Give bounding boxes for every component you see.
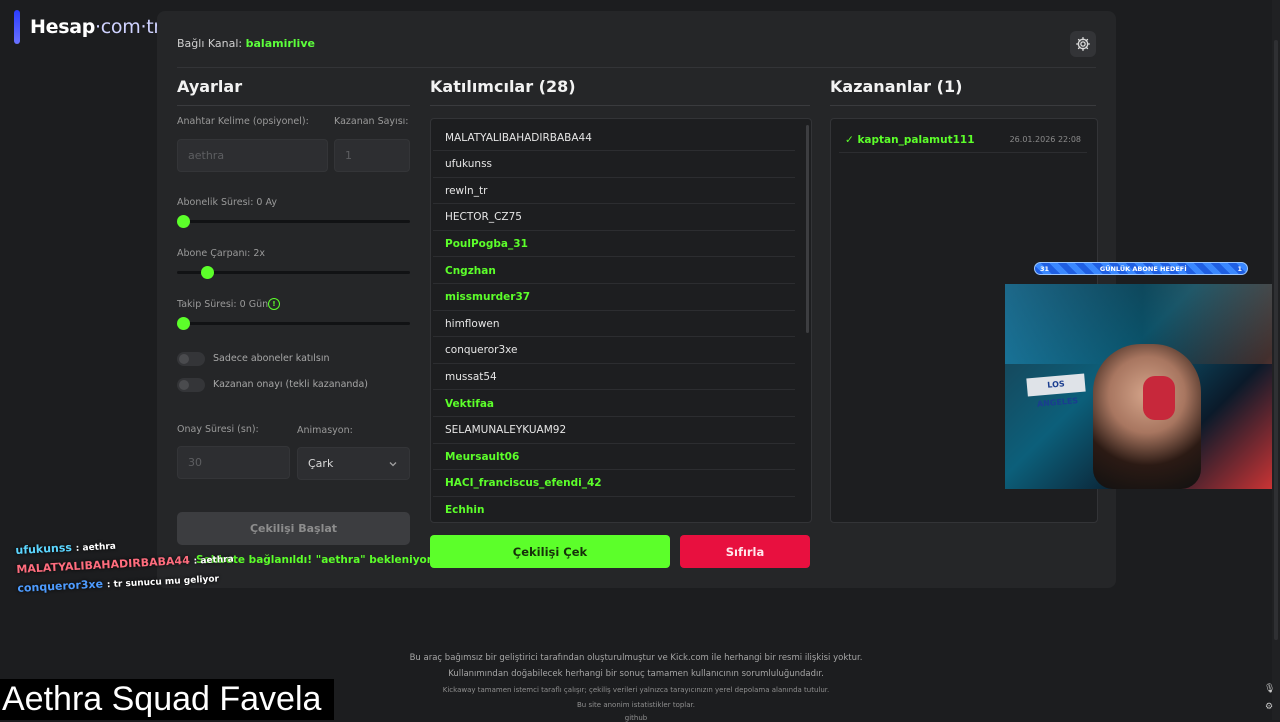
- slider-knob[interactable]: [201, 266, 214, 279]
- header-divider: [177, 67, 1096, 68]
- goal-label: GÜNLÜK ABONE HEDEFİ: [1099, 264, 1187, 273]
- keyword-input[interactable]: aethra: [177, 139, 328, 172]
- participant-row[interactable]: HACI_franciscus_efendi_42: [433, 471, 795, 497]
- winner-row[interactable]: ✓ kaptan_palamut111 26.01.2026 22:08: [839, 127, 1087, 153]
- participant-row[interactable]: ufukunss: [433, 152, 795, 178]
- participant-row[interactable]: missmurder37: [433, 285, 795, 311]
- draw-button[interactable]: Çekilişi Çek: [430, 535, 670, 568]
- goal-right-count: 1: [1237, 264, 1242, 273]
- sub-duration-label: Abonelik Süresi: 0 Ay: [177, 197, 277, 208]
- subs-only-label: Sadece aboneler katılsın: [213, 353, 330, 364]
- follow-duration-slider[interactable]: [177, 317, 410, 330]
- sub-goal-bar: 31 GÜNLÜK ABONE HEDEFİ 1: [1034, 262, 1248, 275]
- settings-button[interactable]: [1070, 31, 1096, 57]
- settings-title: Ayarlar: [177, 77, 243, 96]
- participants-list[interactable]: MALATYALIBAHADIRBABA44 ufukunss rewln_tr HE…: [430, 118, 812, 523]
- slider-knob[interactable]: [177, 317, 190, 330]
- page-scrollbar[interactable]: [1272, 0, 1280, 720]
- stream-caption: Aethra Squad Favela: [0, 679, 334, 720]
- footer-stats-note: Bu site anonim istatistikler toplar.: [577, 701, 695, 709]
- chevron-down-icon: [389, 462, 397, 467]
- participant-row[interactable]: MALATYALIBAHADIRBABA44: [433, 125, 795, 151]
- participant-row[interactable]: Echhin: [433, 497, 795, 522]
- participant-row[interactable]: HECTOR_CZ75: [433, 205, 795, 231]
- participant-row[interactable]: rewln_tr: [433, 178, 795, 205]
- chat-overlay: ufukunss : aethra MALATYALIBAHADIRBABA44…: [15, 531, 235, 599]
- channel-name: balamirlive: [245, 37, 315, 50]
- footer-disclaimer: Bu araç bağımsız bir geliştirici tarafın…: [409, 653, 863, 663]
- webcam-feed: LOS ANGELES: [1005, 284, 1280, 489]
- goal-left-count: 31: [1040, 264, 1050, 273]
- winner-confirm-label: Kazanan onayı (tekli kazananda): [213, 379, 368, 390]
- microphone-icon[interactable]: 🎙: [1264, 684, 1275, 694]
- participant-row[interactable]: conqueror3xe: [433, 338, 795, 364]
- animation-select[interactable]: Çark: [297, 447, 410, 480]
- slider-knob[interactable]: [177, 215, 190, 228]
- animation-label: Animasyon:: [297, 425, 353, 436]
- winner-count-input[interactable]: 1: [334, 139, 410, 172]
- winner-name: ✓ kaptan_palamut111: [845, 133, 975, 146]
- participants-rule: [430, 105, 810, 106]
- sub-multiplier-slider[interactable]: [177, 266, 410, 279]
- participants-title: Katılımcılar (28): [430, 77, 576, 96]
- winners-rule: [830, 105, 1096, 106]
- winner-confirm-toggle[interactable]: [177, 378, 205, 392]
- footer-responsibility: Kullanımından doğabilecek herhangi bir s…: [448, 669, 824, 679]
- info-icon[interactable]: !: [268, 298, 280, 310]
- logo-mark: [14, 10, 20, 44]
- page-scrollbar-thumb[interactable]: [1274, 40, 1278, 640]
- logo[interactable]: Hesap·com·tr: [14, 10, 161, 44]
- footer-storage-note: Kickaway tamamen istemci taraflı çalışır…: [442, 686, 830, 694]
- keyword-label: Anahtar Kelime (opsiyonel):: [177, 116, 309, 127]
- winner-count-label: Kazanan Sayısı:: [334, 116, 409, 127]
- winners-title: Kazananlar (1): [830, 77, 963, 96]
- webcam-sign: LOS ANGELES: [1026, 373, 1086, 409]
- headphones: [1143, 376, 1175, 420]
- confirm-time-input[interactable]: 30: [177, 446, 290, 479]
- settings-small-icon[interactable]: ⚙: [1264, 702, 1274, 712]
- footer-github-link[interactable]: github: [320, 714, 952, 722]
- confirm-time-label: Onay Süresi (sn):: [177, 424, 259, 435]
- follow-duration-label: Takip Süresi: 0 Gün: [177, 299, 269, 310]
- channel-info: Bağlı Kanal: balamirlive: [177, 37, 315, 50]
- participant-row[interactable]: Meursault06: [433, 444, 795, 471]
- sub-duration-slider[interactable]: [177, 215, 410, 228]
- animation-select-value: Çark: [308, 457, 334, 470]
- reset-button[interactable]: Sıfırla: [680, 535, 810, 568]
- logo-text: Hesap·com·tr: [30, 16, 161, 38]
- giveaway-card: Bağlı Kanal: balamirlive Ayarlar Anahtar…: [157, 11, 1116, 588]
- participants-scrollbar[interactable]: [806, 125, 809, 333]
- participant-row[interactable]: PoulPogba_31: [433, 231, 795, 258]
- subs-only-toggle[interactable]: [177, 352, 205, 366]
- participant-row[interactable]: Cngzhan: [433, 258, 795, 284]
- participant-row[interactable]: himflowen: [433, 311, 795, 338]
- sub-multiplier-label: Abone Çarpanı: 2x: [177, 248, 265, 259]
- participant-row[interactable]: SELAMUNALEYKUAM92: [433, 418, 795, 444]
- participant-row[interactable]: Vektifaa: [433, 391, 795, 417]
- settings-rule: [177, 105, 410, 106]
- winner-date: 26.01.2026 22:08: [1009, 135, 1081, 144]
- gear-icon: [1076, 37, 1090, 51]
- participant-row[interactable]: mussat54: [433, 364, 795, 391]
